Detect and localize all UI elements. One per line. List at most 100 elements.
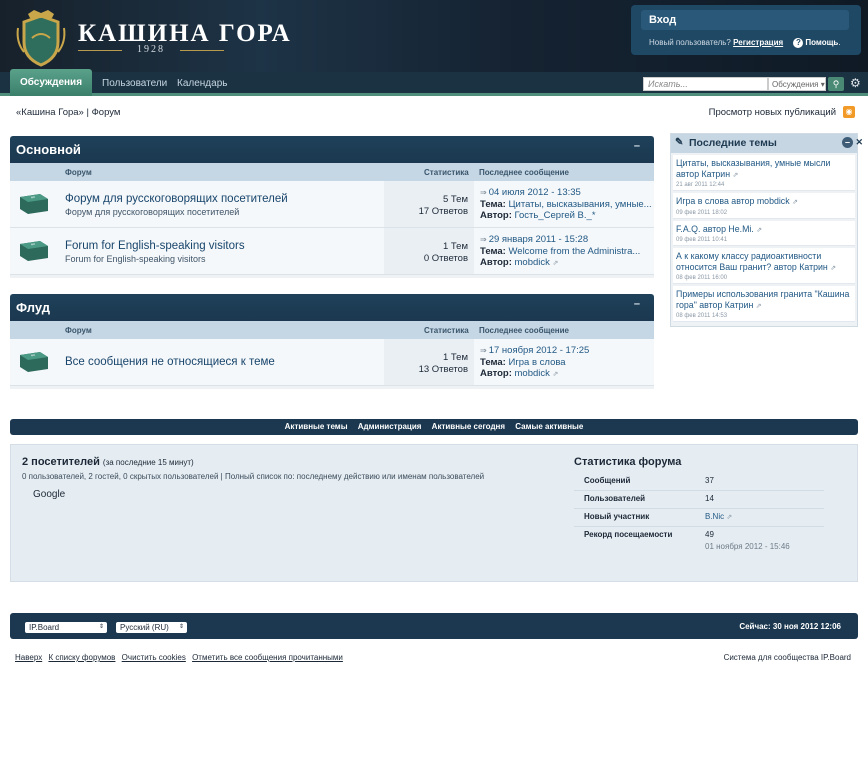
login-button[interactable]: Вход (641, 10, 849, 30)
sidebar-title: Последние темы (689, 137, 777, 149)
tab-members[interactable]: Пользователи (102, 78, 167, 89)
last-post-arrow-icon[interactable]: ⇒ (480, 188, 487, 197)
skin-select-value: IP.Board (29, 623, 60, 632)
profile-card-icon[interactable]: ⇗ (553, 371, 559, 378)
current-time: Сейчас: 30 ноя 2012 12:06 (739, 622, 841, 631)
last-post-date[interactable]: 04 июля 2012 - 13:35 (489, 187, 581, 198)
recent-topic-title[interactable]: Примеры использования гранита "Кашина го… (676, 289, 849, 310)
visitor-name: Google (33, 489, 66, 500)
topic-count: 1 Тем (442, 241, 468, 252)
stat-value: 37 (705, 476, 714, 485)
recent-topic-item[interactable]: Игра в слова автор mobdick ⇗ 09 фев 2011… (673, 193, 855, 219)
logo-emblem-icon[interactable] (14, 8, 68, 68)
category-title[interactable]: Флуд (16, 300, 50, 315)
last-post-date[interactable]: 17 ноября 2012 - 17:25 (489, 345, 590, 356)
forum-row: “” Все сообщения не относящиеся к теме 1… (10, 339, 654, 386)
author-label: Автор: (480, 257, 512, 268)
visitors-heading: 2 посетителей (за последние 15 минут) (22, 456, 194, 468)
last-topic-link[interactable]: Цитаты, высказывания, умные... (508, 199, 651, 210)
category-header: Флуд – (10, 294, 654, 321)
help-icon[interactable]: ? (793, 38, 804, 48)
tab-active-topics[interactable]: Активные темы (285, 422, 348, 431)
tab-administration[interactable]: Администрация (358, 422, 422, 431)
record-date: 01 ноября 2012 - 15:46 (705, 542, 790, 551)
column-headers: Форум Статистика Последнее сообщение (10, 321, 654, 339)
last-author-link[interactable]: mobdick (515, 368, 550, 379)
search-button[interactable]: ⚲ (828, 77, 844, 91)
stat-label: Пользователей (584, 494, 646, 503)
forum-read-icon: “” (20, 194, 48, 214)
profile-card-icon[interactable]: ⇗ (726, 514, 732, 521)
profile-card-icon[interactable]: ⇗ (553, 260, 559, 267)
tab-calendar[interactable]: Календарь (177, 78, 227, 89)
profile-card-icon[interactable]: ⇗ (756, 303, 762, 310)
collapse-icon[interactable]: – (634, 298, 640, 310)
collapse-icon[interactable]: – (634, 140, 640, 152)
recent-topic-item[interactable]: Примеры использования гранита "Кашина го… (673, 286, 855, 322)
profile-card-icon[interactable]: ⇗ (830, 265, 836, 272)
recent-topic-title[interactable]: F.A.Q. автор He.Mi. (676, 224, 754, 234)
register-link[interactable]: Регистрация (733, 38, 783, 47)
svg-text:“”: “” (31, 355, 35, 361)
newest-member-name[interactable]: B.Nic (705, 512, 724, 521)
col-forum: Форум (65, 326, 92, 335)
view-new-content-link[interactable]: Просмотр новых публикаций (709, 107, 836, 118)
recent-topic-title[interactable]: Игра в слова автор mobdick (676, 196, 790, 206)
search-input[interactable]: Искать... (643, 77, 768, 91)
stat-label: Сообщений (584, 476, 631, 485)
forum-title[interactable]: Forum for English-speaking visitors (65, 240, 245, 252)
forum-read-icon: “” (20, 352, 48, 372)
clear-cookies-link[interactable]: Очистить cookies (122, 653, 186, 662)
last-post-arrow-icon[interactable]: ⇒ (480, 346, 487, 355)
topic-count: 1 Тем (442, 352, 468, 363)
forum-list-link[interactable]: К списку форумов (48, 653, 115, 662)
help-link[interactable]: Помощь (805, 38, 838, 47)
gear-icon[interactable]: ⚙ (850, 76, 861, 90)
back-to-top-link[interactable]: Наверх (15, 653, 42, 662)
recent-topic-item[interactable]: F.A.Q. автор He.Mi. ⇗ 09 фев 2011 10:41 (673, 220, 855, 246)
recent-topic-item[interactable]: А к какому классу радиоактивности относи… (673, 248, 855, 284)
footer-links: Наверх К списку форумов Очистить cookies… (15, 653, 347, 662)
last-topic-link[interactable]: Игра в слова (508, 357, 565, 368)
profile-card-icon[interactable]: ⇗ (733, 172, 739, 179)
close-icon[interactable]: ✕ (855, 137, 863, 148)
tab-active-today[interactable]: Активные сегодня (432, 422, 505, 431)
recent-topic-title[interactable]: А к какому классу радиоактивности относи… (676, 251, 828, 272)
profile-card-icon[interactable]: ⇗ (756, 227, 762, 234)
topic-label: Тема: (480, 356, 506, 368)
tab-most-active[interactable]: Самые активные (515, 422, 583, 431)
recent-topic-title[interactable]: Цитаты, высказывания, умные мысли автор … (676, 158, 830, 179)
tab-discussions[interactable]: Обсуждения (10, 69, 92, 96)
visitors-detail[interactable]: 0 пользователей, 2 гостей, 0 скрытых пол… (22, 472, 484, 481)
forum-row: “” Forum for English-speaking visitors F… (10, 228, 654, 275)
recent-topic-item[interactable]: Цитаты, высказывания, умные мысли автор … (673, 155, 855, 191)
minimize-icon[interactable]: – (842, 137, 853, 148)
logo-year: 1928 (78, 44, 224, 55)
last-topic-link[interactable]: Welcome from the Administra... (508, 246, 640, 257)
last-post-date[interactable]: 29 января 2011 - 15:28 (489, 234, 588, 245)
svg-text:“”: “” (31, 197, 35, 203)
select-arrows-icon: ⇕ (178, 624, 184, 630)
category-main: Основной – Форум Статистика Последнее со… (10, 136, 654, 278)
profile-card-icon[interactable]: ⇗ (792, 199, 798, 206)
mark-all-read-link[interactable]: Отметить все сообщения прочитанными (192, 653, 343, 662)
author-label: Автор: (480, 210, 512, 221)
newest-member-link[interactable]: B.Nic ⇗ (705, 512, 732, 521)
rss-icon[interactable]: ◉ (843, 106, 855, 118)
category-flood: Флуд – Форум Статистика Последнее сообще… (10, 294, 654, 389)
language-select[interactable]: Русский (RU) ⇕ (116, 622, 187, 633)
last-post-arrow-icon[interactable]: ⇒ (480, 235, 487, 244)
forum-title[interactable]: Все сообщения не относящиеся к теме (65, 356, 275, 368)
col-stats: Статистика (424, 168, 469, 177)
breadcrumb[interactable]: «Кашина Гора» | Форум (16, 107, 120, 118)
powered-by[interactable]: Система для сообщества IP.Board (724, 653, 851, 662)
last-author-link[interactable]: Гость_Сергей В._* (515, 210, 596, 221)
board-stats-panel: 2 посетителей (за последние 15 минут) 0 … (10, 444, 858, 582)
forum-title[interactable]: Форум для русскоговорящих посетителей (65, 193, 288, 205)
recent-topic-date: 08 фев 2011 14:53 (676, 313, 728, 319)
last-author-link[interactable]: mobdick (515, 257, 550, 268)
forum-stats: 1 Тем 0 Ответов (384, 228, 474, 274)
skin-select[interactable]: IP.Board ⇕ (25, 622, 107, 633)
search-scope-select[interactable]: Обсуждения ▾ (768, 77, 826, 91)
category-title[interactable]: Основной (16, 142, 81, 157)
